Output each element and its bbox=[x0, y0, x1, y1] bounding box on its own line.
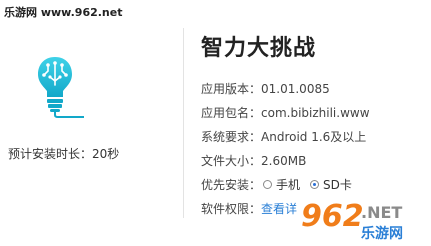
install-pref-row: 优先安装： 手机 SD卡 bbox=[201, 176, 360, 193]
lightbulb-brain-icon bbox=[34, 55, 90, 119]
package-label: 应用包名： bbox=[201, 106, 262, 120]
watermark-text: 乐游网 www.962.net bbox=[4, 6, 123, 19]
install-pref-label: 优先安装： bbox=[201, 178, 262, 192]
app-title: 智力大挑战 bbox=[201, 36, 317, 61]
install-time-label: 预计安装时长：20秒 bbox=[8, 147, 120, 161]
size-row: 文件大小： 2.60MB bbox=[201, 152, 306, 169]
version-label: 应用版本： bbox=[201, 82, 262, 96]
brand-logo: 962 .NET 乐游网 bbox=[299, 196, 429, 242]
install-option-phone-label: 手机 bbox=[276, 178, 301, 192]
radio-sdcard[interactable] bbox=[310, 180, 320, 189]
system-row: 系统要求： Android 1.6及以上 bbox=[201, 128, 366, 145]
version-row: 应用版本： 01.01.0085 bbox=[201, 80, 330, 97]
radio-phone[interactable] bbox=[263, 180, 273, 189]
system-value: Android 1.6及以上 bbox=[261, 130, 367, 144]
package-row: 应用包名： com.bibizhili.www bbox=[201, 104, 370, 121]
view-permissions-link[interactable]: 查看详 bbox=[261, 200, 297, 217]
permission-label: 软件权限： bbox=[201, 202, 262, 216]
vertical-divider bbox=[183, 28, 184, 218]
system-label: 系统要求： bbox=[201, 130, 262, 144]
size-value: 2.60MB bbox=[261, 153, 307, 168]
version-value: 01.01.0085 bbox=[261, 81, 330, 96]
size-label: 文件大小： bbox=[201, 154, 262, 168]
brand-logo-number: 962 bbox=[301, 199, 364, 234]
brand-logo-subtext: 乐游网 bbox=[361, 225, 403, 242]
install-option-sdcard[interactable]: SD卡 bbox=[308, 176, 352, 193]
package-value: com.bibizhili.www bbox=[261, 105, 370, 120]
install-option-phone[interactable]: 手机 bbox=[261, 176, 300, 193]
brand-logo-suffix: .NET bbox=[361, 203, 402, 222]
install-option-sdcard-label: SD卡 bbox=[323, 178, 352, 192]
permission-row: 软件权限： 查看详 bbox=[201, 200, 297, 217]
